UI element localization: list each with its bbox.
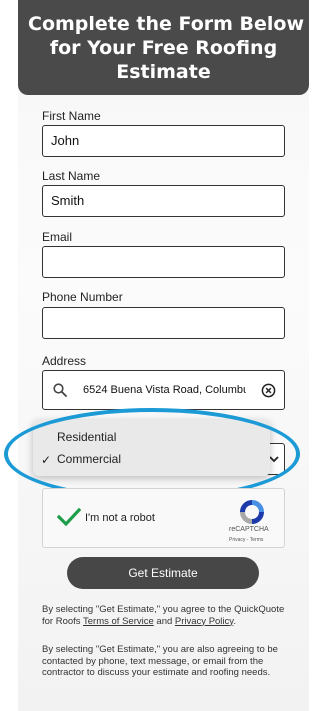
header-line-2: for Your Free Roofing bbox=[49, 37, 278, 59]
address-label: Address bbox=[42, 354, 87, 368]
disclaimer-period: . bbox=[233, 615, 236, 627]
recaptcha-brand: reCAPTCHA bbox=[229, 526, 269, 533]
disclaimer-and: and bbox=[153, 615, 175, 627]
checkmark-icon: ✓ bbox=[41, 453, 52, 467]
last-name-label: Last Name bbox=[42, 169, 101, 183]
email-label: Email bbox=[42, 230, 73, 244]
option-residential[interactable]: Residential bbox=[57, 430, 116, 444]
form-header: Complete the Form Below for Your Free Ro… bbox=[18, 0, 309, 95]
header-line-1: Complete the Form Below bbox=[28, 13, 305, 35]
first-name-field[interactable]: John bbox=[42, 125, 285, 157]
recaptcha-label: I'm not a robot bbox=[85, 512, 155, 524]
terms-of-service-link[interactable]: Terms of Service bbox=[83, 616, 154, 627]
header-line-3: Estimate bbox=[116, 61, 211, 83]
get-estimate-button[interactable]: Get Estimate bbox=[67, 557, 259, 589]
option-commercial[interactable]: Commercial bbox=[57, 452, 121, 466]
disclaimer-contact: By selecting "Get Estimate," you are als… bbox=[42, 644, 278, 678]
address-value: 6524 Buena Vista Road, Columbus bbox=[83, 384, 246, 396]
recaptcha-checkbox[interactable] bbox=[57, 507, 81, 527]
recaptcha-widget: I'm not a robot reCAPTCHA Privacy - Term… bbox=[42, 488, 285, 548]
first-name-label: First Name bbox=[42, 109, 101, 123]
privacy-policy-link[interactable]: Privacy Policy bbox=[175, 616, 233, 627]
clear-icon[interactable] bbox=[261, 383, 276, 398]
last-name-field[interactable]: Smith bbox=[42, 185, 285, 217]
phone-label: Phone Number bbox=[42, 290, 123, 304]
email-field[interactable] bbox=[42, 246, 285, 278]
search-icon bbox=[53, 383, 67, 397]
recaptcha-links[interactable]: Privacy - Terms bbox=[229, 537, 263, 543]
phone-field[interactable] bbox=[42, 307, 285, 339]
address-field[interactable]: 6524 Buena Vista Road, Columbus bbox=[42, 370, 285, 410]
property-type-dropdown: Residential ✓ Commercial bbox=[33, 420, 270, 476]
disclaimer-terms: By selecting "Get Estimate," you agree t… bbox=[42, 604, 290, 627]
recaptcha-logo-icon bbox=[240, 500, 264, 524]
